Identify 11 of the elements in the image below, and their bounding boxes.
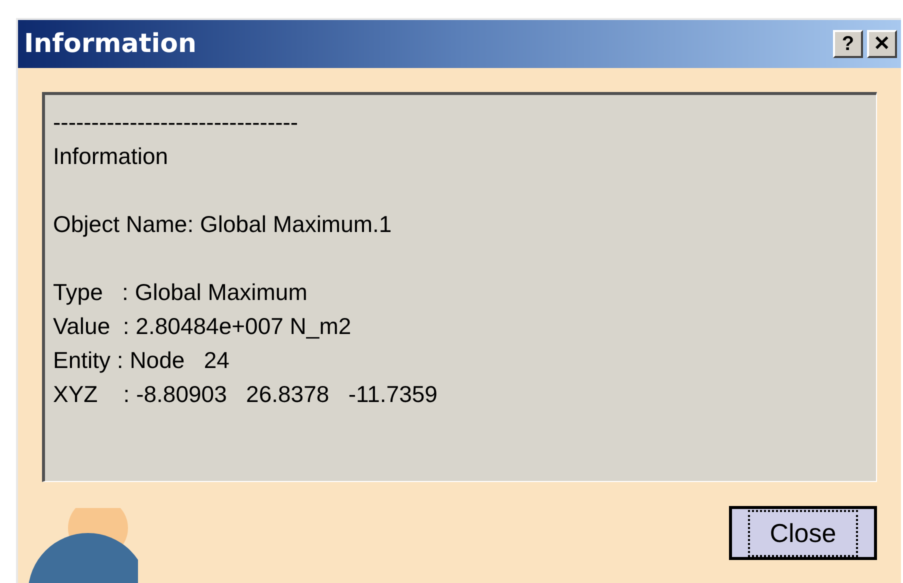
text-line: Information bbox=[53, 142, 168, 171]
text-line: XYZ : -8.80903 26.8378 -11.7359 bbox=[53, 380, 438, 409]
text-line: Entity : Node 24 bbox=[53, 346, 230, 375]
text-line: Object Name: Global Maximum.1 bbox=[53, 210, 392, 239]
text-line: Value : 2.80484e+007 N_m2 bbox=[53, 312, 352, 341]
text-line: -------------------------------- bbox=[53, 108, 298, 137]
help-button[interactable]: ? bbox=[833, 30, 863, 58]
close-button[interactable]: ✕ bbox=[867, 30, 897, 58]
window-title: Information bbox=[24, 28, 197, 60]
text-line: Type : Global Maximum bbox=[53, 278, 308, 307]
close-dialog-button[interactable]: Close bbox=[729, 506, 877, 560]
